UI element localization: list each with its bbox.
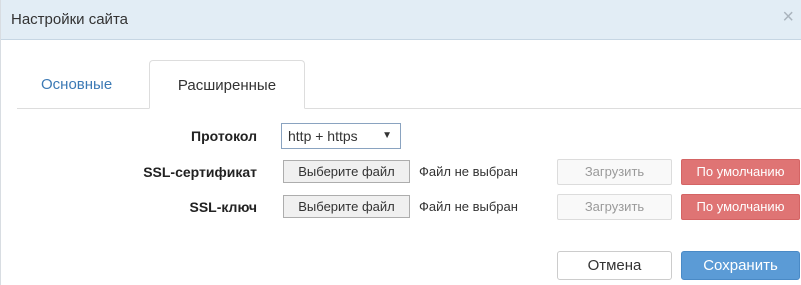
dialog-titlebar: Настройки сайта ×: [1, 0, 801, 40]
ssl-certificate-file-status: Файл не выбран: [419, 164, 518, 179]
cancel-button[interactable]: Отмена: [557, 251, 672, 280]
tab-advanced[interactable]: Расширенные: [149, 60, 305, 109]
ssl-key-file-status: Файл не выбран: [419, 199, 518, 214]
ssl-key-row: SSL-ключ Выберите файл Файл не выбран За…: [1, 194, 801, 220]
dropdown-arrow-icon: ▼: [382, 130, 392, 141]
ssl-key-label: SSL-ключ: [189, 199, 257, 215]
protocol-row: Протокол http + https ▼: [1, 123, 801, 149]
protocol-selected-value: http + https: [288, 128, 358, 144]
ssl-certificate-upload-button[interactable]: Загрузить: [557, 159, 672, 185]
ssl-certificate-default-button[interactable]: По умолчанию: [681, 159, 800, 185]
tab-basic[interactable]: Основные: [27, 60, 126, 109]
ssl-key-default-button[interactable]: По умолчанию: [681, 194, 800, 220]
site-settings-dialog: Настройки сайта × Основные Расширенные П…: [0, 0, 801, 285]
dialog-title: Настройки сайта: [11, 11, 128, 28]
tab-bar: Основные Расширенные: [17, 60, 801, 109]
protocol-label: Протокол: [191, 128, 257, 144]
ssl-key-choose-file-button[interactable]: Выберите файл: [283, 195, 410, 218]
ssl-certificate-row: SSL-сертификат Выберите файл Файл не выб…: [1, 159, 801, 185]
tab-divider: [17, 108, 801, 109]
ssl-key-upload-button[interactable]: Загрузить: [557, 194, 672, 220]
ssl-certificate-choose-file-button[interactable]: Выберите файл: [283, 160, 410, 183]
ssl-certificate-label: SSL-сертификат: [143, 164, 257, 180]
save-button[interactable]: Сохранить: [681, 251, 800, 280]
protocol-select[interactable]: http + https ▼: [281, 123, 401, 149]
close-icon[interactable]: ×: [782, 7, 794, 27]
